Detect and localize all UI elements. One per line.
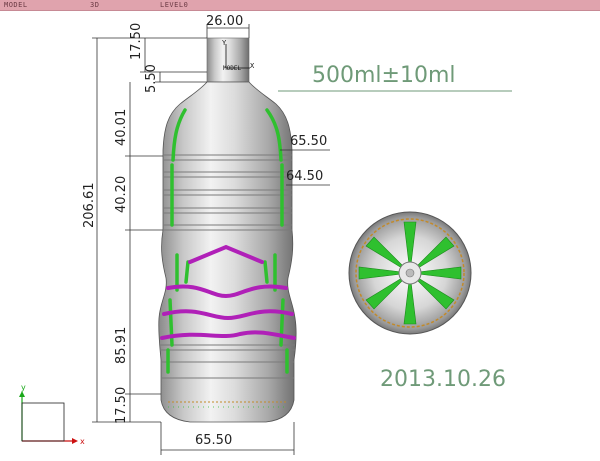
ucs-y-label: y [21, 383, 26, 392]
bottle-base-view[interactable] [348, 211, 472, 335]
dim-ring-offset: 5.50 [144, 64, 159, 93]
triad-x-label: X [250, 62, 255, 70]
cad-viewport[interactable]: Y X MODEL 26.00 17.50 5.50 40.01 40.20 2… [0, 11, 600, 461]
ucs-icon: y x [19, 383, 85, 446]
dim-lower-height: 85.91 [114, 327, 129, 364]
bottle-model[interactable]: Y X MODEL [158, 37, 297, 423]
bottle-neck [206, 37, 250, 83]
model-label: MODEL [223, 65, 241, 72]
viewport-mode-label: MODEL [4, 1, 28, 9]
dim-neck-height: 17.50 [129, 23, 144, 60]
dim-rib-diameter: 64.50 [286, 169, 323, 184]
dim-base-height: 17.50 [114, 387, 129, 424]
dim-base-diameter: 65.50 [195, 433, 232, 448]
ucs-x-label: x [80, 437, 85, 446]
dim-shoulder-height: 40.01 [114, 109, 129, 146]
viewport-view-label: 3D [90, 1, 100, 9]
viewport-status-bar: MODEL 3D LEVEL0 [0, 0, 600, 11]
viewport-level-label: LEVEL0 [160, 1, 189, 9]
base-center-dot [405, 268, 415, 278]
dim-shoulder-diameter: 65.50 [290, 134, 327, 149]
dim-top-width: 26.00 [206, 14, 243, 29]
date-label: 2013.10.26 [380, 367, 506, 392]
dim-total-height: 206.61 [82, 183, 97, 229]
volume-label: 500ml±10ml [312, 63, 456, 88]
bottle-body [158, 81, 297, 423]
dim-ribs-height: 40.20 [114, 176, 129, 213]
